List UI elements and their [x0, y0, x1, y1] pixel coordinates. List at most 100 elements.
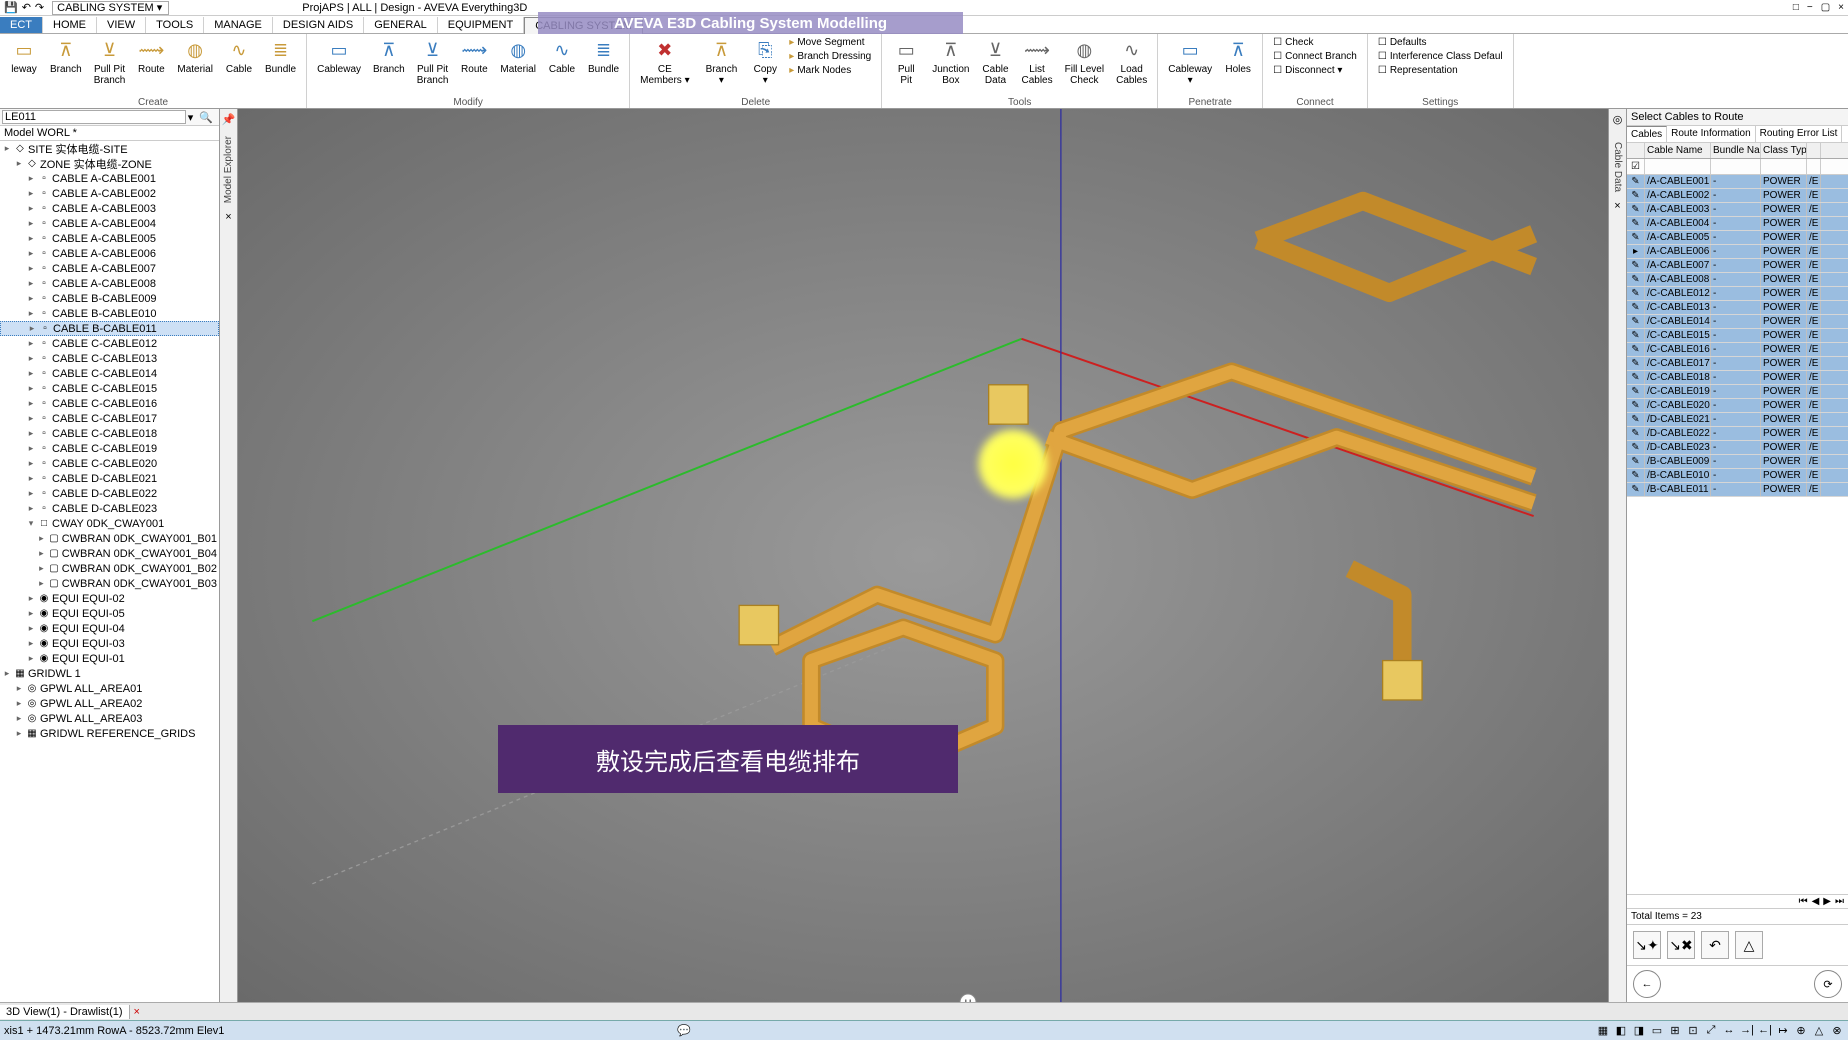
expand-icon[interactable]: ▸: [26, 458, 36, 469]
tree-node[interactable]: ▸◎GPWL ALL_AREA01: [0, 681, 219, 696]
tree-node[interactable]: ▸▫CABLE A-CABLE003: [0, 201, 219, 216]
column-filter[interactable]: [1761, 159, 1807, 174]
table-row[interactable]: ✎/B-CABLE009-POWER/E: [1627, 455, 1848, 469]
branch-dropdown-button[interactable]: ⊼ Branch ▾: [700, 36, 744, 88]
nav-prev-icon[interactable]: ◀: [1812, 896, 1820, 907]
nav-next-icon[interactable]: ▶: [1823, 896, 1831, 907]
bundle-button[interactable]: ≣Bundle: [582, 36, 625, 77]
sb-icon[interactable]: ⊡: [1686, 1024, 1700, 1037]
nav-last-icon[interactable]: ⏭: [1835, 896, 1844, 907]
expand-icon[interactable]: ▸: [26, 233, 36, 244]
tree-node[interactable]: ▸▫CABLE C-CABLE012: [0, 336, 219, 351]
cableway-button[interactable]: ▭Cableway ▾: [1162, 36, 1218, 88]
representation-button[interactable]: ☐ Representation: [1376, 64, 1505, 77]
sb-icon[interactable]: ⤢: [1704, 1024, 1718, 1037]
expand-icon[interactable]: ▸: [37, 578, 47, 589]
tree-node[interactable]: ▸▫CABLE A-CABLE007: [0, 261, 219, 276]
expand-icon[interactable]: ▸: [14, 713, 24, 724]
cable-button[interactable]: ∿Cable: [542, 36, 582, 77]
system-combo[interactable]: CABLING SYSTEM: [52, 1, 169, 15]
tree-node[interactable]: ▸▫CABLE B-CABLE010: [0, 306, 219, 321]
expand-icon[interactable]: ▸: [26, 173, 36, 184]
expand-icon[interactable]: ▸: [26, 653, 36, 664]
table-row[interactable]: ✎/C-CABLE012-POWER/E: [1627, 287, 1848, 301]
bundle-button[interactable]: ≣Bundle: [259, 36, 302, 77]
window-minimize-icon[interactable]: −: [1807, 2, 1813, 13]
sb-icon[interactable]: ⊗: [1830, 1024, 1844, 1037]
column-header[interactable]: [1807, 143, 1821, 158]
panel-tab-routing-error-list[interactable]: Routing Error List: [1756, 126, 1843, 142]
tree-node[interactable]: ▸▫CABLE D-CABLE021: [0, 471, 219, 486]
3d-viewport[interactable]: U N E S W: [238, 109, 1608, 1002]
tree-node[interactable]: ▾□CWAY 0DK_CWAY001: [0, 516, 219, 531]
table-row[interactable]: ✎/D-CABLE023-POWER/E: [1627, 441, 1848, 455]
junction-button[interactable]: ⊼Junction Box: [926, 36, 975, 88]
column-header[interactable]: [1627, 143, 1645, 158]
table-row[interactable]: ✎/C-CABLE019-POWER/E: [1627, 385, 1848, 399]
tree-node[interactable]: ▸▦GRIDWL REFERENCE_GRIDS: [0, 726, 219, 741]
expand-icon[interactable]: ▸: [26, 413, 36, 424]
column-filter[interactable]: [1711, 159, 1761, 174]
route-tool-button[interactable]: ↘✦: [1633, 931, 1661, 959]
column-filter[interactable]: ☑: [1627, 159, 1645, 174]
expand-icon[interactable]: ▸: [26, 203, 36, 214]
redo-icon[interactable]: ↷: [35, 1, 44, 14]
column-filter[interactable]: [1645, 159, 1711, 174]
search-icon[interactable]: 🔍: [195, 111, 217, 124]
tree-node[interactable]: ▸▢CWBRAN 0DK_CWAY001_B03: [0, 576, 219, 591]
expand-icon[interactable]: ▸: [26, 428, 36, 439]
tree-node[interactable]: ▸◉EQUI EQUI-02: [0, 591, 219, 606]
expand-icon[interactable]: ▸: [14, 728, 24, 739]
window-help-icon[interactable]: □: [1793, 2, 1799, 13]
pull-button[interactable]: ▭Pull Pit: [886, 36, 926, 88]
expand-icon[interactable]: ▸: [26, 188, 36, 199]
tab-general[interactable]: GENERAL: [364, 17, 438, 33]
expand-icon[interactable]: ▸: [26, 443, 36, 454]
panel-tab-route-information[interactable]: Route Information: [1667, 126, 1756, 142]
expand-icon[interactable]: ▸: [2, 668, 12, 679]
expand-icon[interactable]: ▸: [26, 383, 36, 394]
nav-first-icon[interactable]: ⏮: [1799, 896, 1808, 907]
tab-home[interactable]: HOME: [43, 17, 97, 33]
branch-button[interactable]: ⊼Branch: [44, 36, 88, 77]
expand-icon[interactable]: ▸: [26, 308, 36, 319]
table-row[interactable]: ✎/C-CABLE013-POWER/E: [1627, 301, 1848, 315]
chat-icon[interactable]: 💬: [677, 1024, 691, 1037]
tree-node[interactable]: ▸▫CABLE A-CABLE004: [0, 216, 219, 231]
tree-node[interactable]: ▸▫CABLE B-CABLE009: [0, 291, 219, 306]
pull-pit-button[interactable]: ⊻Pull Pit Branch: [88, 36, 132, 88]
cable-table[interactable]: Cable NameBundle NameClass Type ☑ ✎/A-CA…: [1627, 143, 1848, 894]
column-header[interactable]: Cable Name: [1645, 143, 1711, 158]
tab-design-aids[interactable]: DESIGN AIDS: [273, 17, 364, 33]
expand-icon[interactable]: ▸: [37, 533, 47, 544]
delete-ce-members-button[interactable]: ✖ CE Members ▾: [634, 36, 695, 88]
tree-node[interactable]: ▸▫CABLE A-CABLE005: [0, 231, 219, 246]
tree-node[interactable]: ▸◇SITE 实体电缆-SITE: [0, 141, 219, 156]
tree-node[interactable]: ▸◇ZONE 实体电缆-ZONE: [0, 156, 219, 171]
table-row[interactable]: ✎/C-CABLE018-POWER/E: [1627, 371, 1848, 385]
sb-icon[interactable]: ▦: [1596, 1024, 1610, 1037]
tree-node[interactable]: ▸◉EQUI EQUI-05: [0, 606, 219, 621]
combo-dropdown-icon[interactable]: ▾: [157, 1, 163, 14]
sb-icon[interactable]: ←|: [1758, 1024, 1772, 1037]
close-icon[interactable]: ×: [225, 211, 231, 223]
expand-icon[interactable]: ▸: [26, 338, 36, 349]
expand-icon[interactable]: ▸: [14, 698, 24, 709]
table-row[interactable]: ✎/D-CABLE021-POWER/E: [1627, 413, 1848, 427]
table-row[interactable]: ✎/A-CABLE004-POWER/E: [1627, 217, 1848, 231]
expand-icon[interactable]: ▸: [26, 473, 36, 484]
sb-icon[interactable]: ⊞: [1668, 1024, 1682, 1037]
move-segment-button[interactable]: ▸Move Segment: [787, 36, 873, 49]
table-row[interactable]: ✎/A-CABLE007-POWER/E: [1627, 259, 1848, 273]
table-row[interactable]: ✎/A-CABLE005-POWER/E: [1627, 231, 1848, 245]
expand-icon[interactable]: ▸: [14, 158, 24, 169]
route-button[interactable]: ⟿Route: [454, 36, 494, 77]
connect-branch-button[interactable]: ☐ Connect Branch: [1271, 50, 1359, 63]
back-button[interactable]: ←: [1633, 970, 1661, 998]
table-row[interactable]: ✎/A-CABLE003-POWER/E: [1627, 203, 1848, 217]
column-header[interactable]: Bundle Name: [1711, 143, 1761, 158]
undo-tool-button[interactable]: ↶: [1701, 931, 1729, 959]
tree-node[interactable]: ▸▫CABLE A-CABLE001: [0, 171, 219, 186]
sb-icon[interactable]: △: [1812, 1024, 1826, 1037]
holes-button[interactable]: ⊼Holes: [1218, 36, 1258, 77]
